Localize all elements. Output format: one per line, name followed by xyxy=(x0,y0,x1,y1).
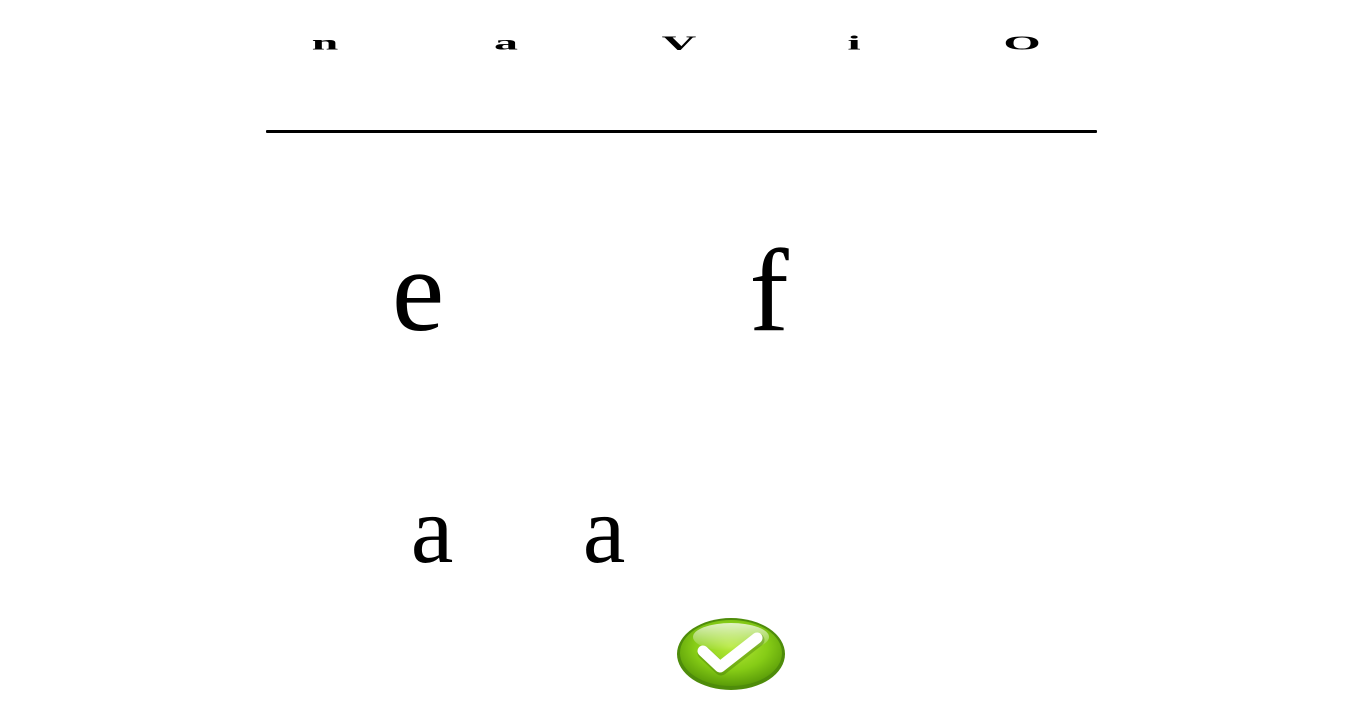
target-letter: V xyxy=(661,31,697,54)
letter-tile[interactable]: e xyxy=(368,232,468,350)
check-button[interactable] xyxy=(676,615,786,691)
letter-tile[interactable]: a xyxy=(392,482,472,578)
target-letter: n xyxy=(311,31,339,54)
letter-tile[interactable]: f xyxy=(724,232,814,350)
target-letter: O xyxy=(1003,31,1041,54)
answer-line xyxy=(266,130,1097,133)
check-icon xyxy=(677,618,785,690)
letter-tile[interactable]: a xyxy=(564,482,644,578)
target-letter: a xyxy=(494,31,518,54)
target-letter: i xyxy=(847,31,861,54)
game-board: n a V i O e f a a xyxy=(0,0,1366,711)
